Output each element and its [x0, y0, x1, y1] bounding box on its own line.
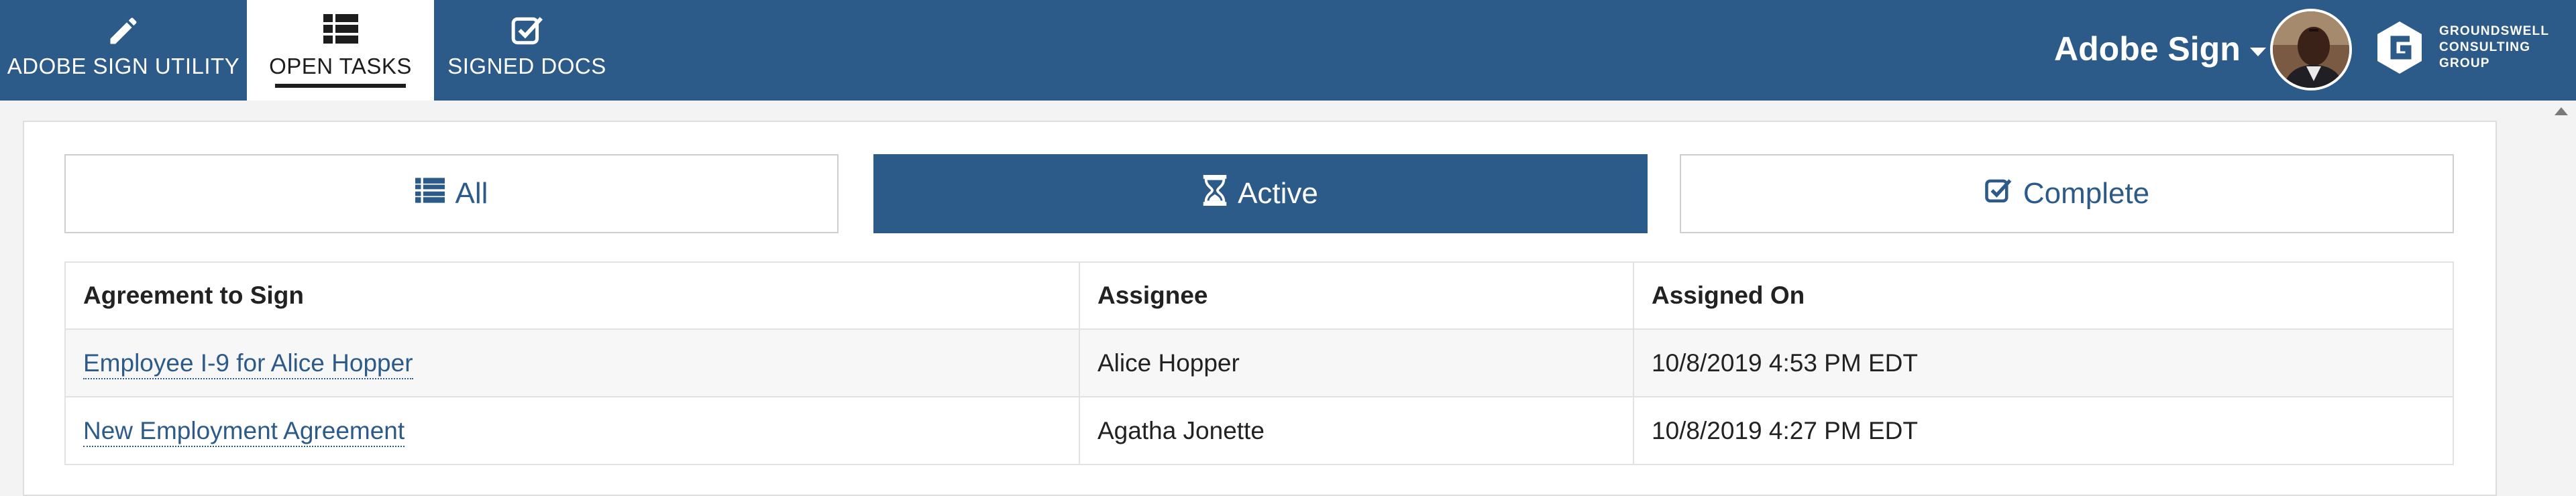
- agreements-table: Agreement to Sign Assignee Assigned On E…: [64, 261, 2454, 465]
- filter-active-button[interactable]: Active: [873, 154, 1648, 233]
- filter-all-label: All: [455, 177, 488, 210]
- agreement-cell: Employee I-9 for Alice Hopper: [64, 328, 1080, 397]
- hourglass-icon: [1203, 174, 1227, 213]
- checkbox-icon: [1984, 176, 2012, 212]
- logo-text: GROUNDSWELL CONSULTING GROUP: [2439, 24, 2550, 70]
- scrollbar-up-arrow[interactable]: [2555, 107, 2568, 115]
- filter-complete-label: Complete: [2023, 177, 2150, 210]
- company-logo: GROUNDSWELL CONSULTING GROUP: [2375, 20, 2549, 75]
- assigned-on-cell: 10/8/2019 4:53 PM EDT: [1633, 328, 2454, 397]
- assignee-cell: Agatha Jonette: [1079, 396, 1634, 465]
- user-menu-dropdown[interactable]: Adobe Sign: [2054, 29, 2266, 68]
- table-row: Employee I-9 for Alice Hopper Alice Hopp…: [64, 328, 2454, 397]
- column-header-assigned-on[interactable]: Assigned On: [1633, 261, 2454, 330]
- tab-label: SIGNED DOCS: [447, 54, 606, 78]
- assignee-cell: Alice Hopper: [1079, 328, 1634, 397]
- list-icon: [415, 177, 445, 210]
- avatar[interactable]: [2270, 9, 2352, 90]
- assigned-on-cell: 10/8/2019 4:27 PM EDT: [1633, 396, 2454, 465]
- pencil-icon: [106, 13, 141, 52]
- agreement-link[interactable]: New Employment Agreement: [83, 416, 405, 447]
- chevron-down-icon: [2249, 47, 2266, 56]
- top-nav-bar: ADOBE SIGN UTILITY OPEN TASKS SIGNED DOC…: [0, 0, 2576, 101]
- user-menu-label: Adobe Sign: [2054, 30, 2241, 68]
- agreement-link[interactable]: Employee I-9 for Alice Hopper: [83, 349, 413, 379]
- active-tab-underline: [275, 84, 406, 88]
- checkbox-icon: [511, 13, 544, 50]
- tasks-panel: All Active Complete Agreement to Sign As…: [23, 121, 2497, 496]
- tab-label: OPEN TASKS: [269, 54, 412, 78]
- filter-active-label: Active: [1238, 177, 1318, 210]
- column-header-assignee[interactable]: Assignee: [1079, 261, 1634, 330]
- tab-open-tasks[interactable]: OPEN TASKS: [247, 0, 434, 101]
- person-icon: [2273, 11, 2349, 88]
- filter-complete-button[interactable]: Complete: [1680, 154, 2454, 233]
- column-header-agreement[interactable]: Agreement to Sign: [64, 261, 1080, 330]
- list-icon: [323, 13, 358, 48]
- tab-label: ADOBE SIGN UTILITY: [7, 54, 240, 78]
- groundswell-logo-icon: [2377, 21, 2422, 74]
- tab-adobe-sign-utility[interactable]: ADOBE SIGN UTILITY: [0, 0, 247, 101]
- table-header-row: Agreement to Sign Assignee Assigned On: [64, 261, 2454, 330]
- table-row: New Employment Agreement Agatha Jonette …: [64, 396, 2454, 465]
- filter-all-button[interactable]: All: [64, 154, 839, 233]
- tab-signed-docs[interactable]: SIGNED DOCS: [434, 0, 620, 101]
- agreement-cell: New Employment Agreement: [64, 396, 1080, 465]
